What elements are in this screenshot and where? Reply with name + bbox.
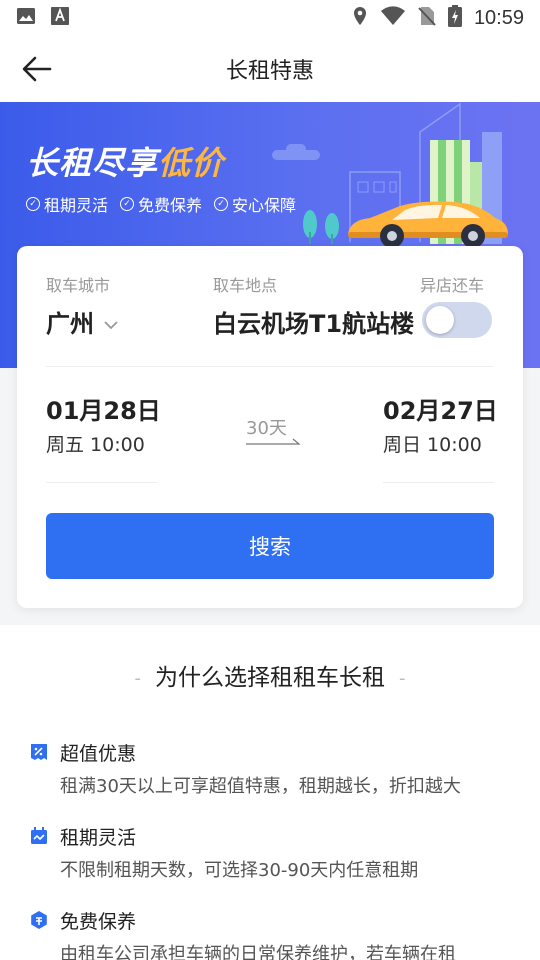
text-a-icon: [50, 6, 70, 30]
city-value: 广州: [46, 310, 94, 338]
banner-title: 长租尽享低价: [26, 138, 224, 184]
benefit-desc: 租满30天以上可享超值特惠，租期越长，折扣越大: [60, 776, 461, 797]
banner-title-main: 长租尽享: [26, 144, 159, 182]
why-section: - 为什么选择租租车长租 - 超值优惠 租满30天以上可享超值特惠，租期越长，折扣越…: [0, 625, 540, 960]
status-bar: 10:59: [0, 0, 540, 36]
arrow-left-icon[interactable]: [20, 54, 54, 84]
return-time[interactable]: 周日 10:00: [383, 430, 482, 457]
why-title: - 为什么选择租租车长租 -: [134, 665, 406, 691]
image-icon: [16, 6, 36, 30]
banner-feature: ✓ 租期灵活: [26, 192, 108, 216]
app-header: 长租特惠: [0, 36, 540, 102]
maintenance-icon: [31, 911, 47, 929]
battery-charging-icon: [447, 5, 462, 31]
search-button[interactable]: 搜索: [46, 513, 494, 579]
return-label: 异店还车: [420, 276, 485, 295]
city-car-illustration: [272, 102, 508, 248]
calendar-icon: [31, 827, 47, 844]
return-date[interactable]: 02月27日: [383, 391, 498, 426]
return-toggle[interactable]: [422, 302, 492, 338]
benefit-desc: 不限制租期天数，可选择30-90天内任意租期: [60, 860, 419, 881]
benefit-title: 租期灵活: [60, 827, 137, 849]
location-selector[interactable]: 白云机场T1航站楼: [213, 304, 423, 339]
benefit-title: 超值优惠: [60, 743, 137, 765]
banner-feature: ✓ 免费保养: [120, 192, 202, 216]
pickup-date[interactable]: 01月28日: [46, 391, 161, 426]
return-underline: [383, 482, 494, 483]
check-circle-icon: ✓: [26, 197, 40, 211]
location-label: 取车地点: [213, 276, 278, 295]
no-sim-icon: [418, 6, 436, 30]
pickup-underline: [46, 482, 157, 483]
city-label: 取车城市: [46, 276, 111, 295]
check-circle-icon: ✓: [120, 197, 135, 211]
benefit-title: 免费保养: [60, 911, 137, 933]
banner-title-highlight: 低价: [158, 144, 225, 182]
city-selector[interactable]: 广州: [46, 304, 118, 339]
benefit-desc: 由租车公司承担车辆的日常保养维护，若车辆在租: [60, 944, 456, 960]
duration-arrow-icon: [246, 438, 301, 445]
divider: [46, 366, 494, 367]
banner-features: ✓ 租期灵活 ✓ 免费保养 ✓ 安心保障: [26, 192, 296, 216]
toggle-knob: [426, 306, 454, 334]
clock-time: 10:59: [473, 6, 524, 29]
page-title: 长租特惠: [225, 59, 314, 84]
discount-icon: [31, 744, 47, 760]
wifi-icon: [380, 6, 406, 30]
check-circle-icon: ✓: [214, 197, 229, 211]
location-icon: [352, 6, 368, 30]
booking-card: 取车城市 取车地点 异店还车 广州 白云机场T1航站楼 01月28日 周五 10…: [17, 246, 523, 608]
pickup-time[interactable]: 周五 10:00: [46, 430, 145, 457]
chevron-down-icon: [104, 308, 118, 336]
